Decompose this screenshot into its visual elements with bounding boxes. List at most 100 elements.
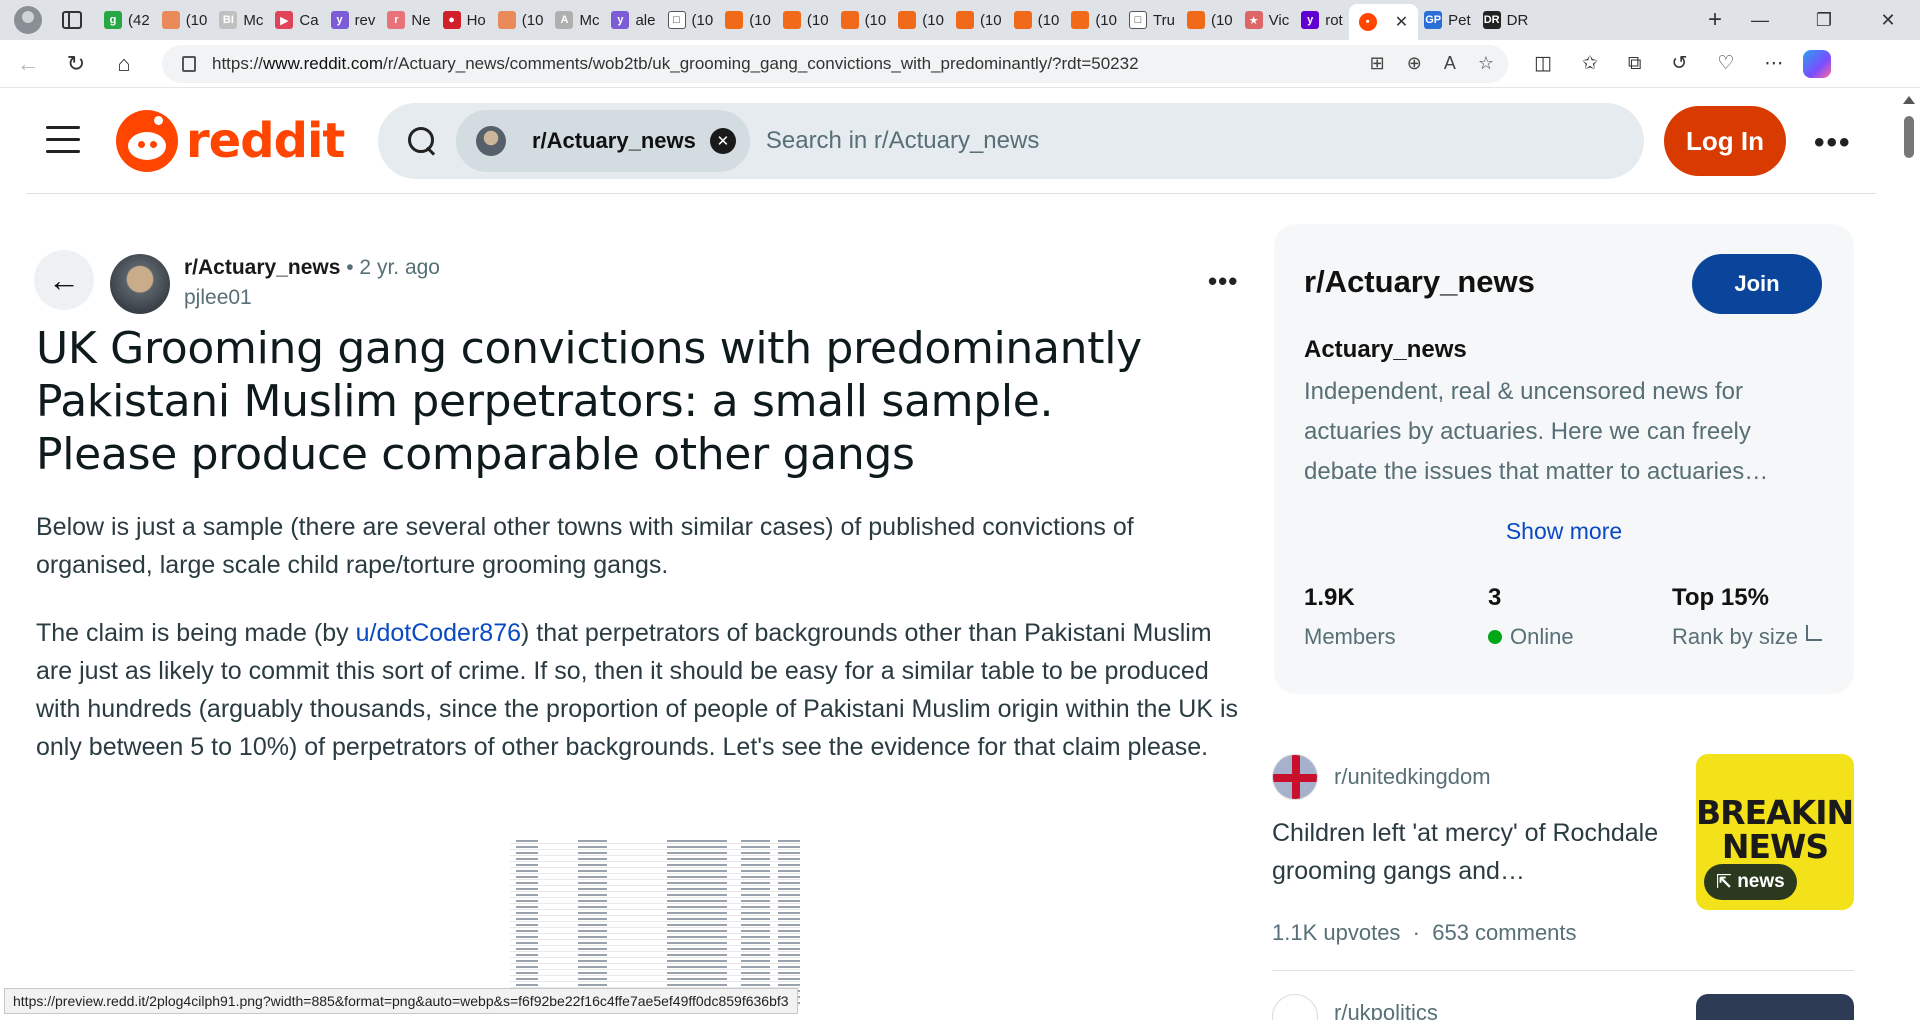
zoom-icon[interactable]: ⊕ (1407, 53, 1422, 74)
read-aloud-icon[interactable]: A (1444, 53, 1456, 74)
browser-tab-active[interactable]: • ✕ (1348, 4, 1419, 40)
performance-icon[interactable]: ♡ (1717, 52, 1734, 75)
window-controls: — ❐ ✕ (1728, 10, 1920, 31)
browser-tab[interactable]: (10 (1065, 4, 1123, 36)
tab-label: (10 (1095, 11, 1117, 29)
browser-tab[interactable]: □ Tru (1123, 4, 1181, 36)
address-bar[interactable]: https://www.reddit.com/r/Actuary_news/co… (162, 44, 1508, 83)
browser-tab[interactable]: ● Ho (437, 4, 492, 36)
tab-favicon-icon: □ (667, 11, 686, 29)
new-tab-button[interactable]: + (1702, 6, 1728, 34)
reddit-logo[interactable]: reddit (116, 110, 345, 172)
scrollbar-thumb[interactable] (1904, 116, 1914, 158)
tab-label: (42 (128, 11, 150, 29)
community-name[interactable]: r/Actuary_news (1304, 264, 1535, 300)
browser-tab[interactable]: (10 (719, 4, 777, 36)
browser-tab[interactable]: ▶ Ca (269, 4, 324, 36)
tab-label: Mc (579, 11, 600, 29)
menu-icon[interactable] (46, 126, 80, 154)
tab-label: (10 (521, 11, 544, 29)
stat-value: 3 (1488, 584, 1502, 611)
workspaces-icon[interactable] (62, 11, 82, 29)
stat-rank[interactable]: Top 15% Rank by size (1672, 584, 1822, 650)
related-post-title[interactable]: Children left 'at mercy' of Rochdale gro… (1272, 814, 1672, 890)
search-bar[interactable]: r/Actuary_news ✕ Search in r/Actuary_new… (378, 103, 1644, 179)
close-window-button[interactable]: ✕ (1856, 10, 1920, 31)
related-subreddit[interactable]: r/ukpolitics (1334, 1000, 1438, 1020)
browser-tab[interactable]: y rev (325, 4, 382, 36)
header-more-icon[interactable]: ••• (1814, 126, 1852, 160)
post-overflow-icon[interactable]: ••• (1208, 266, 1238, 297)
app-available-icon[interactable]: ⊞ (1370, 53, 1385, 74)
tab-label: rot (1325, 11, 1343, 29)
browser-tab[interactable]: (10 (1181, 4, 1239, 36)
browser-tab[interactable]: (10 (835, 4, 893, 36)
browser-tab[interactable]: DR DR (1477, 4, 1535, 36)
related-post-thumbnail[interactable] (1696, 994, 1854, 1020)
tab-favicon-icon: g (104, 11, 122, 29)
browser-tab[interactable]: (10 (777, 4, 835, 36)
browser-tab[interactable]: (10 (1008, 4, 1066, 36)
tab-favicon-icon: ★ (1244, 11, 1263, 29)
search-input[interactable]: Search in r/Actuary_news (766, 127, 1039, 155)
show-more-button[interactable]: Show more (1274, 518, 1854, 545)
favorite-star-icon[interactable]: ☆ (1478, 53, 1494, 74)
browser-tab[interactable]: (10 (156, 4, 214, 36)
lock-icon[interactable] (182, 55, 196, 72)
restore-button[interactable]: ❐ (1792, 10, 1856, 31)
browser-tab[interactable]: g (42 (98, 4, 156, 36)
tab-label: Ca (299, 11, 319, 29)
history-icon[interactable]: ↺ (1671, 52, 1687, 75)
snoo-icon (116, 110, 178, 172)
browser-tab[interactable]: A Mc (549, 4, 605, 36)
search-chip-label: r/Actuary_news (532, 128, 696, 153)
browser-tab[interactable]: y ale (605, 4, 661, 36)
tab-favicon-icon: ▶ (275, 11, 294, 29)
browser-tab[interactable]: (10 (492, 4, 550, 36)
profile-avatar[interactable] (14, 6, 42, 34)
close-tab-icon[interactable]: ✕ (1395, 12, 1408, 32)
back-arrow-icon[interactable]: ← (8, 44, 48, 84)
split-screen-icon[interactable]: ◫ (1534, 52, 1552, 75)
post-author-link[interactable]: pjlee01 (184, 286, 440, 310)
tab-label: (10 (979, 11, 1002, 29)
back-button[interactable]: ← (34, 250, 94, 310)
subreddit-avatar[interactable] (110, 254, 170, 314)
browser-tab[interactable]: y rot (1295, 4, 1349, 36)
page-scrollbar[interactable] (1898, 90, 1920, 1020)
scroll-up-icon[interactable] (1903, 96, 1915, 104)
url-text[interactable]: https://www.reddit.com/r/Actuary_news/co… (212, 54, 1370, 74)
related-subreddit[interactable]: r/unitedkingdom (1334, 764, 1491, 790)
post-text: The claim is being made (by (36, 619, 356, 647)
browser-tab[interactable]: ★ Vic (1239, 4, 1296, 36)
browser-tab[interactable]: r Ne (381, 4, 436, 36)
post-subreddit-link[interactable]: r/Actuary_news (184, 256, 340, 279)
url-scheme: https:// (212, 53, 264, 73)
settings-more-icon[interactable]: ⋯ (1764, 52, 1783, 75)
community-title: Actuary_news (1304, 336, 1467, 363)
related-post-thumbnail[interactable]: BREAKINGNEWS ⇱ news (1696, 754, 1854, 910)
remove-scope-icon[interactable]: ✕ (709, 128, 736, 154)
search-scope-chip[interactable]: r/Actuary_news ✕ (456, 110, 750, 172)
join-button[interactable]: Join (1692, 254, 1822, 314)
copilot-icon[interactable] (1803, 49, 1832, 78)
user-mention-link[interactable]: u/dotCoder876 (356, 619, 521, 647)
reddit-favicon-icon: • (1358, 13, 1377, 31)
browser-tab[interactable]: GP Pet (1418, 4, 1477, 36)
browser-tab[interactable]: (10 (892, 4, 950, 36)
refresh-icon[interactable]: ↻ (56, 44, 96, 84)
tab-label: ale (635, 11, 656, 29)
favorites-icon[interactable]: ✩ (1582, 52, 1598, 75)
minimize-button[interactable]: — (1728, 10, 1792, 31)
collections-icon[interactable]: ⧉ (1628, 53, 1642, 75)
tab-label: DR (1506, 11, 1529, 29)
post-meta: r/Actuary_news • 2 yr. ago pjlee01 (184, 256, 440, 310)
arrow-left-icon: ← (48, 261, 80, 298)
home-icon[interactable]: ⌂ (104, 44, 144, 84)
tab-favicon-icon (161, 11, 180, 29)
login-button[interactable]: Log In (1664, 106, 1786, 176)
browser-tab[interactable]: (10 (950, 4, 1008, 36)
tab-label: (10 (185, 11, 208, 29)
browser-tab[interactable]: □ (10 (662, 4, 720, 36)
browser-tab[interactable]: BI Mc (213, 4, 269, 36)
